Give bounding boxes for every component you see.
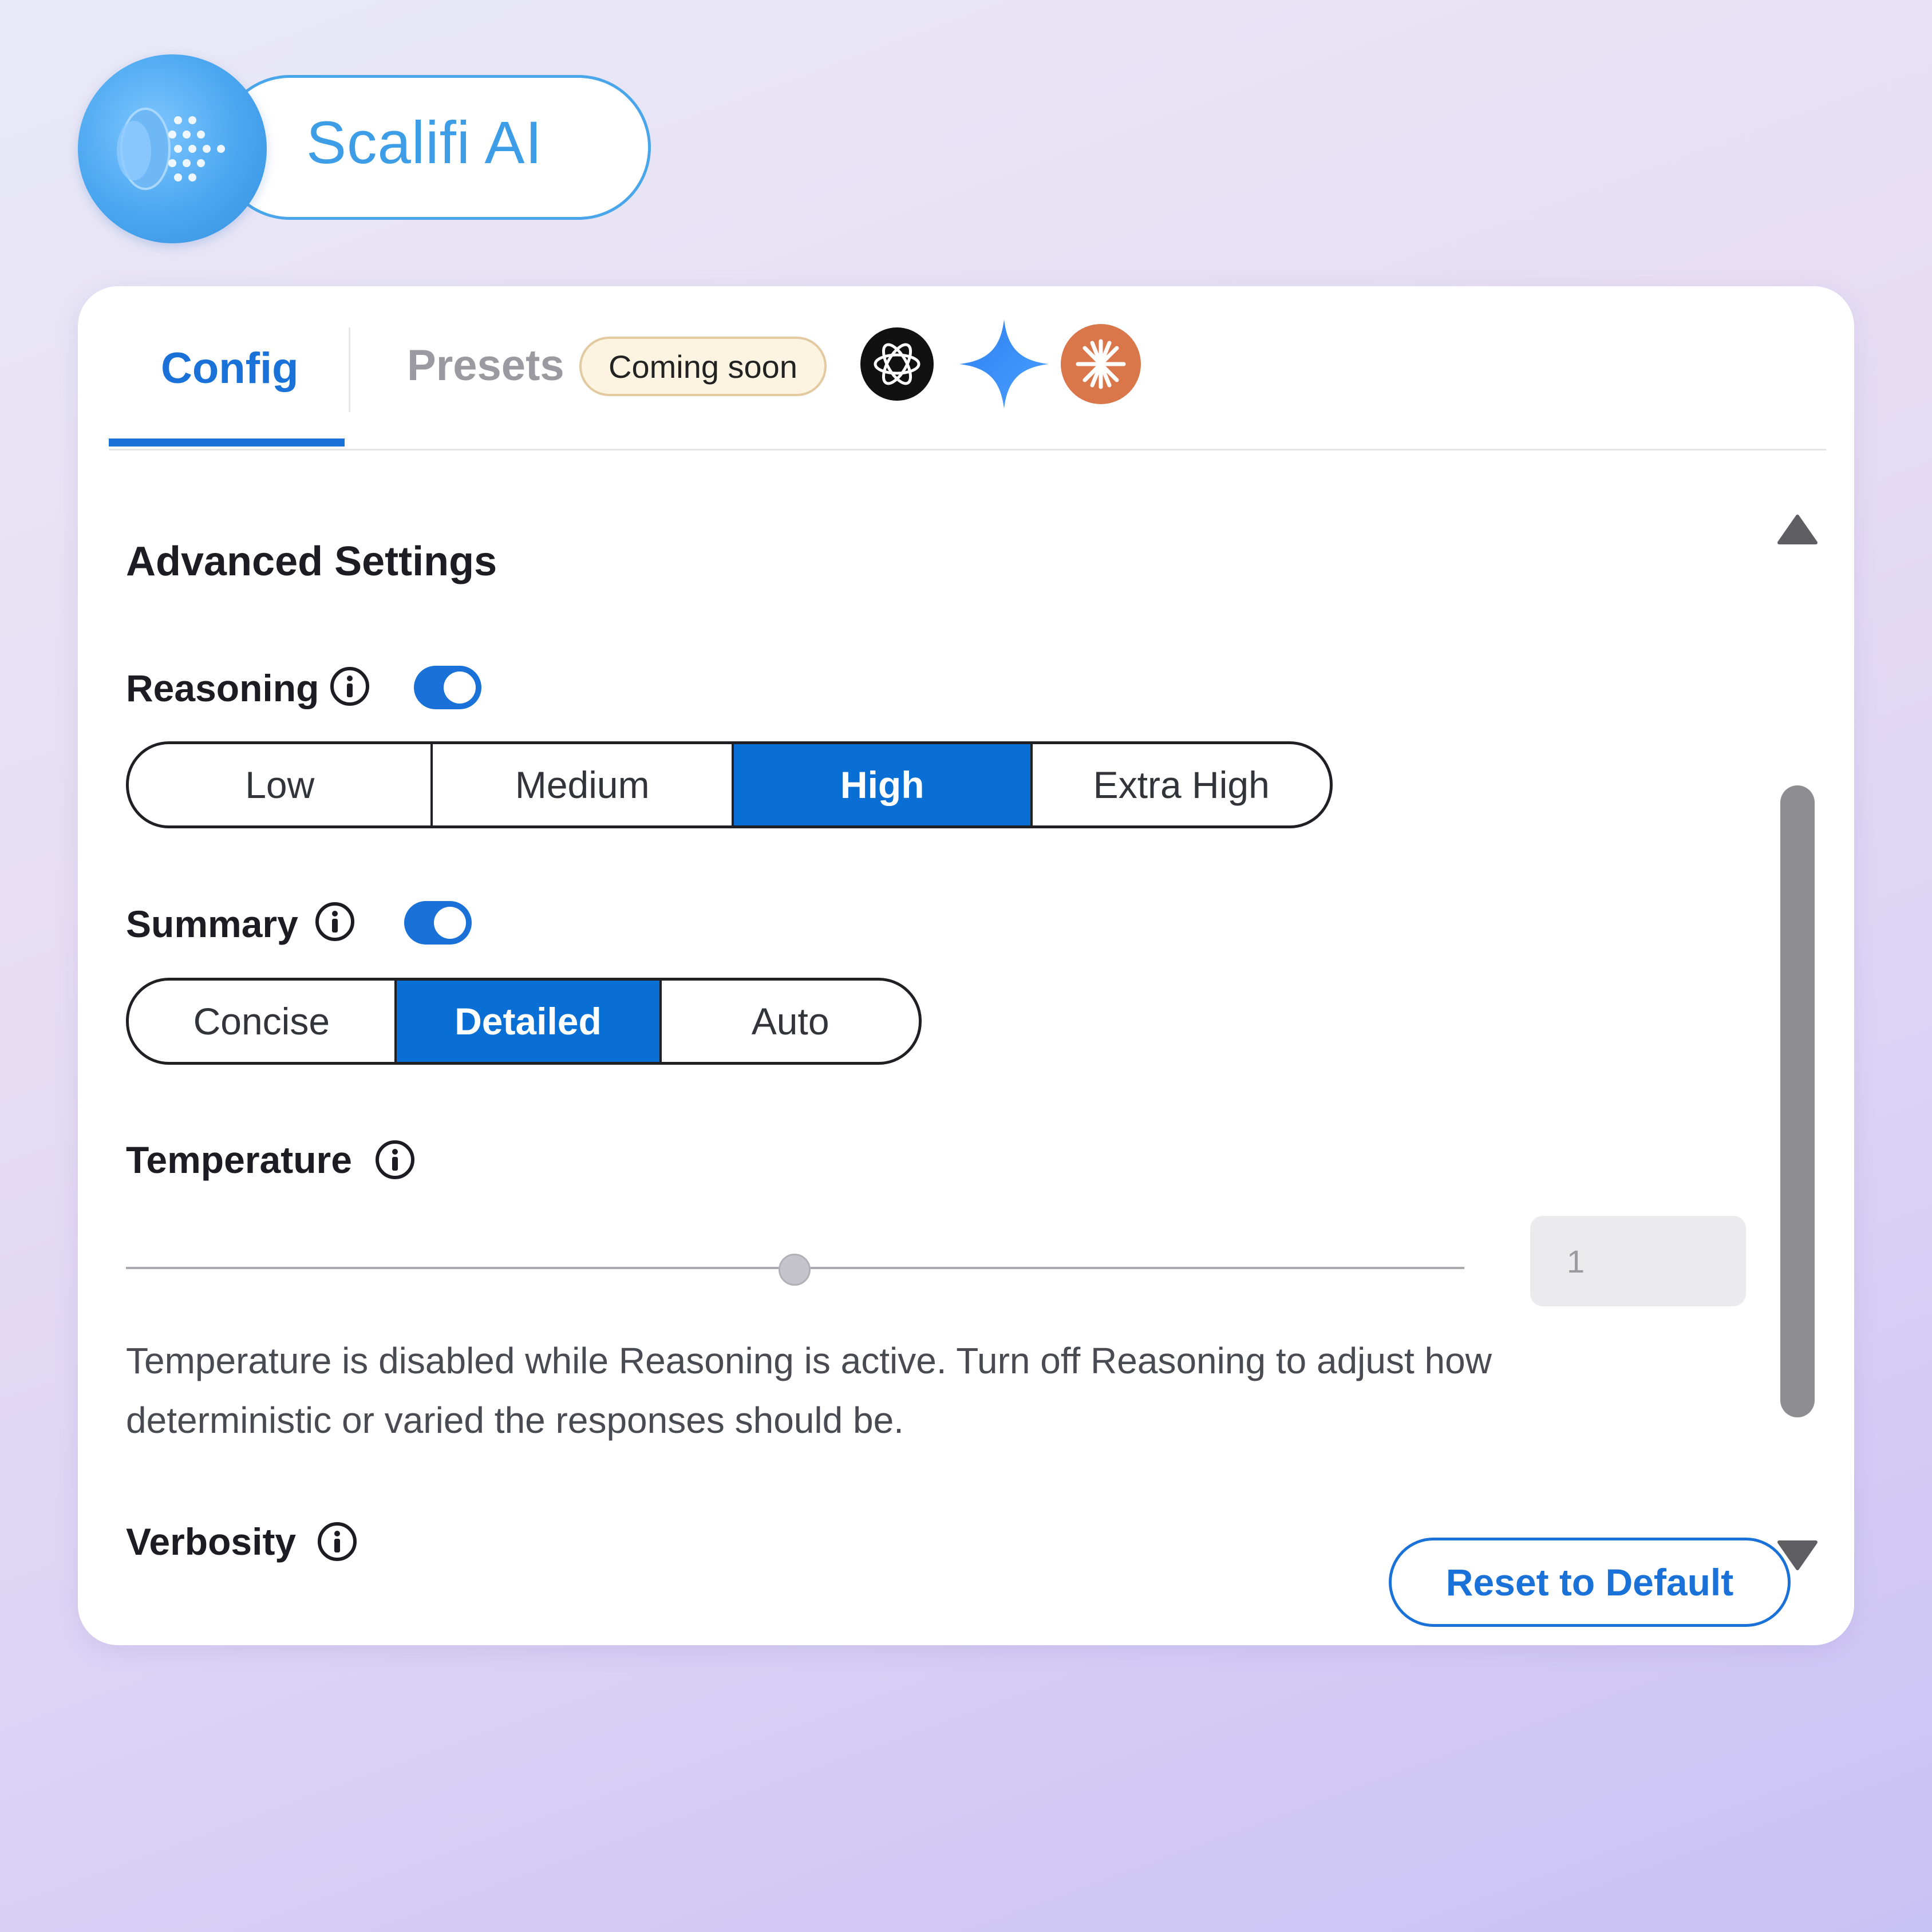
temperature-value-input[interactable]: 1 (1530, 1216, 1746, 1306)
reasoning-toggle[interactable] (414, 666, 481, 709)
summary-label: Summary (126, 903, 298, 945)
temperature-slider-thumb[interactable] (779, 1254, 811, 1286)
verbosity-info-icon[interactable] (317, 1522, 357, 1562)
claude-icon[interactable] (1061, 324, 1141, 404)
scrollbar-thumb[interactable] (1780, 785, 1815, 1417)
brand-name: Scalifi AI (306, 109, 543, 176)
section-title: Advanced Settings (126, 539, 497, 584)
tab-presets[interactable]: Presets (407, 341, 564, 390)
temperature-info-icon[interactable] (375, 1140, 415, 1180)
reasoning-option-low[interactable]: Low (129, 744, 430, 825)
temperature-label: Temperature (126, 1139, 352, 1181)
gemini-icon[interactable] (958, 318, 1050, 410)
tab-config[interactable]: Config (161, 343, 299, 393)
reasoning-info-icon[interactable] (330, 666, 370, 706)
reset-to-default-button[interactable]: Reset to Default (1389, 1538, 1791, 1627)
summary-mode-selector: Concise Detailed Auto (126, 978, 922, 1065)
reasoning-option-high[interactable]: High (731, 744, 1031, 825)
summary-info-icon[interactable] (315, 902, 355, 942)
reasoning-label: Reasoning (126, 667, 319, 709)
summary-option-detailed[interactable]: Detailed (394, 981, 660, 1062)
tab-divider (349, 327, 350, 412)
tabs-divider (109, 449, 1826, 451)
summary-option-auto[interactable]: Auto (659, 981, 919, 1062)
openai-icon[interactable] (860, 327, 934, 401)
scroll-up-arrow-icon[interactable] (1777, 514, 1818, 548)
summary-toggle[interactable] (404, 901, 472, 945)
brand-logo-icon (78, 54, 267, 243)
coming-soon-badge: Coming soon (579, 337, 827, 396)
reasoning-level-selector: Low Medium High Extra High (126, 741, 1333, 828)
verbosity-label: Verbosity (126, 1520, 297, 1563)
active-tab-indicator (109, 438, 345, 447)
reasoning-option-medium[interactable]: Medium (430, 744, 732, 825)
settings-card: Config Presets Coming soon Advanced Sett… (78, 286, 1854, 1645)
reasoning-option-extra-high[interactable]: Extra High (1030, 744, 1330, 825)
summary-option-concise[interactable]: Concise (129, 981, 394, 1062)
temperature-help-text: Temperature is disabled while Reasoning … (126, 1340, 1492, 1441)
